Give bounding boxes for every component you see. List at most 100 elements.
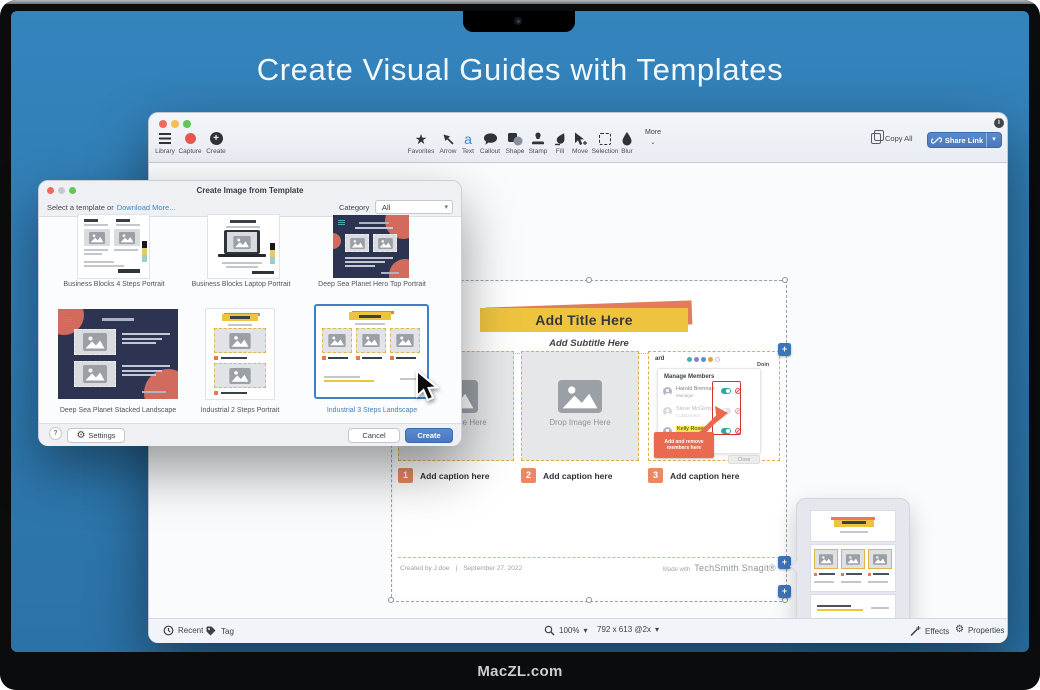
info-icon[interactable]: i xyxy=(994,118,1004,128)
line xyxy=(840,531,868,533)
download-more-link[interactable]: Download More... xyxy=(117,203,176,212)
popup-pointer xyxy=(790,559,806,575)
line xyxy=(84,265,124,267)
line xyxy=(345,257,393,259)
tag-button[interactable]: Tag xyxy=(205,625,234,637)
template-thumb-deep-sea-stacked[interactable] xyxy=(58,309,178,399)
laptop-mockup: Create Visual Guides with Templates Libr… xyxy=(0,0,1040,690)
capture-icon xyxy=(185,131,196,146)
step-number-badge[interactable]: 1 xyxy=(398,468,413,483)
template-thumb-industrial-2-steps[interactable] xyxy=(206,309,274,399)
avatar xyxy=(708,357,713,362)
close-window-button[interactable] xyxy=(159,120,167,128)
clock-icon xyxy=(163,625,174,636)
title-banner[interactable]: Add Title Here xyxy=(480,308,688,332)
add-section-handle[interactable]: + xyxy=(778,343,791,356)
swatch xyxy=(142,241,147,248)
settings-button[interactable]: ⚙ Settings xyxy=(67,428,125,443)
minimize-window-button[interactable] xyxy=(171,120,179,128)
mock-header-text: ard xyxy=(655,356,664,362)
create-template-dialog: Create Image from Template Select a temp… xyxy=(38,180,462,446)
mini-image-placeholder xyxy=(868,549,892,569)
category-dropdown[interactable]: All ▾ xyxy=(375,200,453,214)
zoom-window-button[interactable] xyxy=(183,120,191,128)
line xyxy=(345,265,375,267)
create-button[interactable]: Create xyxy=(405,428,453,443)
cancel-button[interactable]: Cancel xyxy=(348,428,400,443)
line xyxy=(116,219,130,222)
help-button[interactable]: ? xyxy=(49,427,62,440)
line xyxy=(221,392,247,394)
drop-zone-2[interactable]: Drop Image Here xyxy=(521,351,639,461)
properties-button[interactable]: ⚙ Properties xyxy=(955,625,1004,635)
line xyxy=(871,607,889,609)
template-thumb-deep-sea-hero-top[interactable] xyxy=(333,215,409,278)
gear-icon: ⚙ xyxy=(76,431,85,441)
line xyxy=(228,324,252,326)
add-section-handle[interactable]: + xyxy=(778,585,791,598)
caret-down-icon: ▾ xyxy=(583,626,587,635)
line xyxy=(142,391,166,393)
step-number-badge[interactable]: 3 xyxy=(648,468,663,483)
line xyxy=(226,226,260,228)
mini-title-bar xyxy=(842,521,866,524)
mock-column-text: Doin xyxy=(757,362,769,368)
template-thumb-business-blocks-4-steps[interactable] xyxy=(78,215,149,278)
mini-image-placeholder xyxy=(373,234,397,252)
recent-button[interactable]: Recent xyxy=(163,625,203,636)
share-link-button[interactable]: Share Link xyxy=(927,132,987,148)
screenshot-panel[interactable]: ard Doin Manage Members Harold Brennan M… xyxy=(648,351,780,461)
callout-icon xyxy=(483,131,498,146)
shape-icon xyxy=(507,131,523,146)
mini-image-placeholder xyxy=(356,328,386,353)
line xyxy=(355,227,393,229)
preview-footer-section xyxy=(811,595,895,618)
copy-all-button[interactable]: Copy All xyxy=(871,133,913,144)
mini-image-placeholder xyxy=(74,329,116,355)
line xyxy=(324,380,374,382)
caption-text[interactable]: Add caption here xyxy=(420,471,489,481)
coral-circle xyxy=(389,259,409,278)
copy-icon xyxy=(871,133,881,144)
line xyxy=(355,323,385,325)
line xyxy=(122,365,170,367)
link-icon xyxy=(931,135,942,146)
footer-divider xyxy=(398,557,780,558)
template-thumb-business-blocks-laptop[interactable] xyxy=(208,215,279,278)
mouse-cursor xyxy=(413,369,441,403)
mock-close-button: Close xyxy=(728,455,760,464)
template-thumb-industrial-3-steps-selected[interactable] xyxy=(314,304,429,399)
selection-handle[interactable] xyxy=(782,277,788,283)
line xyxy=(221,357,247,359)
line xyxy=(114,249,138,251)
template-label: Deep Sea Planet Hero Top Portrait xyxy=(302,281,442,288)
tool-favorites[interactable]: ★ Favorites xyxy=(406,131,436,155)
photo-placeholder-icon xyxy=(558,380,602,418)
effects-button[interactable]: Effects xyxy=(909,625,949,637)
blur-drop-icon xyxy=(621,131,633,146)
caption-text[interactable]: Add caption here xyxy=(543,471,612,481)
created-by-line: Created by J.doe | September 27, 2022 xyxy=(400,565,522,572)
person-avatar-icon xyxy=(663,387,672,396)
tool-create[interactable]: + Create xyxy=(201,131,231,155)
line xyxy=(116,224,140,226)
caption-text[interactable]: Add caption here xyxy=(670,471,739,481)
selection-handle[interactable] xyxy=(388,597,394,603)
selection-handle[interactable] xyxy=(586,597,592,603)
line xyxy=(359,222,389,224)
annotation-callout: Add and remove members here xyxy=(654,432,714,458)
zoom-control[interactable]: 100% ▾ xyxy=(544,625,587,636)
menu-icon xyxy=(65,317,72,322)
add-section-handle[interactable]: + xyxy=(778,556,791,569)
step-number-badge[interactable]: 2 xyxy=(521,468,536,483)
tool-more[interactable]: More ⌄ xyxy=(638,129,668,146)
line xyxy=(841,581,861,583)
avatar xyxy=(694,357,699,362)
status-bar: Recent Tag 100% ▾ 792 x 613 @2x ▾ Effect… xyxy=(149,618,1007,643)
mini-image-placeholder xyxy=(345,234,369,252)
canvas-title: Add Title Here xyxy=(535,312,632,328)
dot xyxy=(841,573,844,576)
selection-handle[interactable] xyxy=(586,277,592,283)
share-link-dropdown[interactable]: ▾ xyxy=(986,132,1002,148)
canvas-size-control[interactable]: 792 x 613 @2x ▾ xyxy=(597,625,659,634)
